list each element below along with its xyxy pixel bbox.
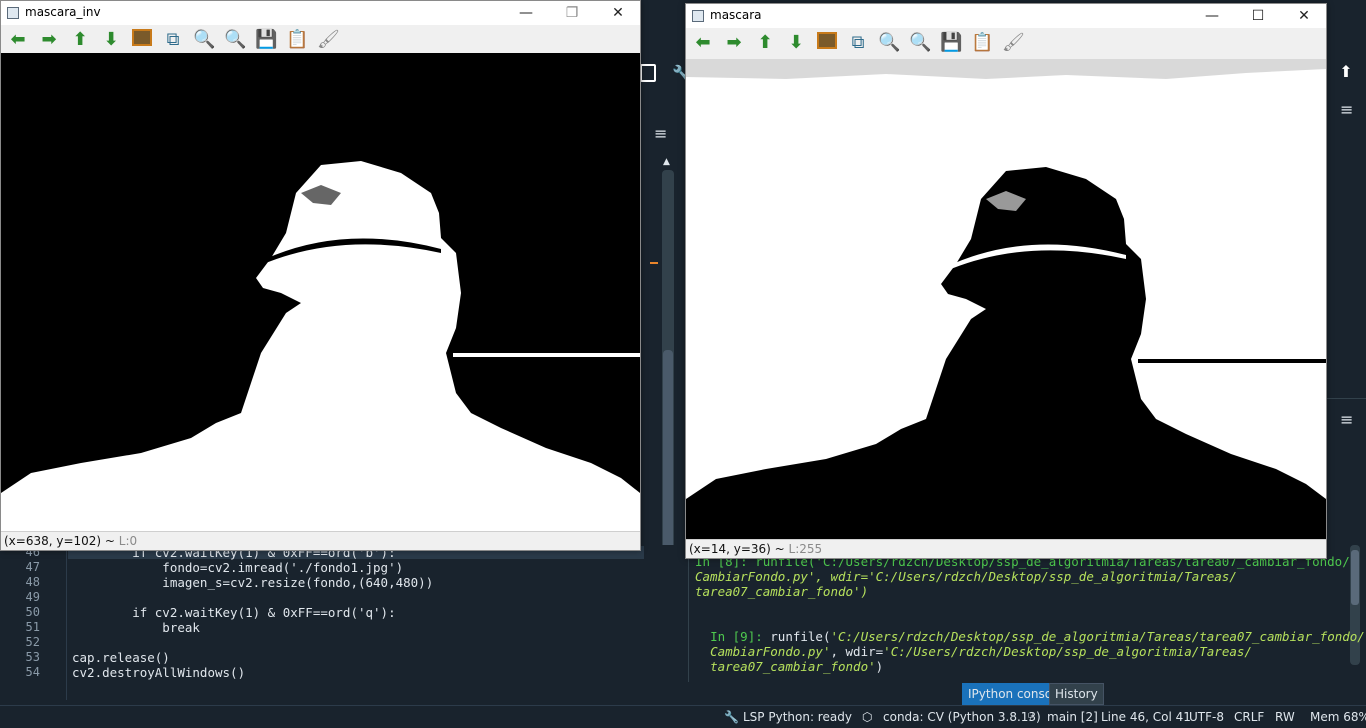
zoom-out-icon[interactable]: 🔍 bbox=[224, 29, 246, 51]
image-icon[interactable] bbox=[816, 32, 838, 54]
code-line[interactable]: cap.release() bbox=[72, 650, 170, 665]
console-path-9d: tarea07_cambiar_fondo' bbox=[710, 659, 876, 674]
titlebar[interactable]: mascara_inv — ❐ ✕ bbox=[1, 1, 640, 25]
line-number: 54 bbox=[25, 665, 40, 679]
arrow-right-icon[interactable]: ➡ bbox=[723, 32, 745, 54]
scroll-marker bbox=[650, 262, 658, 264]
line-number: 48 bbox=[25, 575, 40, 589]
properties-brush-icon[interactable]: 🖌 bbox=[1002, 32, 1025, 54]
window-title: mascara bbox=[710, 8, 762, 22]
arrow-up-icon[interactable]: ⬆ bbox=[69, 29, 91, 51]
console-options-icon[interactable]: ≡ bbox=[1340, 410, 1353, 429]
cursor-position: Line 46, Col 41 bbox=[1101, 710, 1191, 724]
arrow-down-icon[interactable]: ⬇ bbox=[100, 29, 122, 51]
window-mascara[interactable]: mascara — ☐ ✕ ⬅ ➡ ⬆ ⬇ ⧉ 🔍 🔍 💾 📋 🖌 (x=14,… bbox=[685, 3, 1327, 559]
window-icon bbox=[7, 7, 19, 19]
save-icon[interactable]: 💾 bbox=[255, 29, 277, 51]
tab-history[interactable]: History bbox=[1049, 683, 1104, 705]
image-toolbar: ⬅ ➡ ⬆ ⬇ ⧉ 🔍 🔍 💾 📋 🖌 bbox=[686, 28, 1326, 56]
zoom-in-icon[interactable]: 🔍 bbox=[193, 29, 215, 51]
editor-options-icon[interactable]: ≡ bbox=[654, 124, 667, 143]
maximize-icon[interactable]: ☐ bbox=[1235, 4, 1281, 28]
image-status-bar: (x=14, y=36) ~ L:255 bbox=[686, 539, 1326, 558]
console-path-9c: 'C:/Users/rdzch/Desktop/ssp_de_algoritmi… bbox=[883, 644, 1252, 659]
copy-clipboard-icon[interactable]: 📋 bbox=[286, 29, 308, 51]
line-number: 47 bbox=[25, 560, 40, 574]
conda-icon: ⬡ bbox=[862, 710, 873, 724]
save-icon[interactable]: 💾 bbox=[940, 32, 962, 54]
arrow-down-icon[interactable]: ⬇ bbox=[785, 32, 807, 54]
close-icon[interactable]: ✕ bbox=[595, 1, 641, 25]
pane-options-icon[interactable]: ≡ bbox=[1340, 100, 1353, 119]
line-endings: CRLF bbox=[1234, 710, 1265, 724]
code-line[interactable]: if cv2.waitKey(1) & 0xFF==ord('q'): bbox=[72, 605, 395, 620]
arrow-right-icon[interactable]: ➡ bbox=[38, 29, 60, 51]
window-icon bbox=[692, 10, 704, 22]
minimize-icon[interactable]: — bbox=[503, 1, 549, 25]
conda-status[interactable]: conda: CV (Python 3.8.13) bbox=[883, 710, 1041, 724]
memory-usage: Mem 68% bbox=[1310, 710, 1366, 724]
scroll-up-arrow-icon[interactable]: ▲ bbox=[663, 157, 670, 167]
code-line[interactable]: fondo=cv2.imread('./fondo1.jpg') bbox=[72, 560, 403, 575]
line-number: 52 bbox=[25, 635, 40, 649]
zoom-region-icon[interactable]: ⧉ bbox=[162, 29, 184, 51]
zoom-in-icon[interactable]: 🔍 bbox=[878, 32, 900, 54]
code-line[interactable]: imagen_s=cv2.resize(fondo,(640,480)) bbox=[72, 575, 433, 590]
line-number: 50 bbox=[25, 605, 40, 619]
line-number: 53 bbox=[25, 650, 40, 664]
lsp-status[interactable]: LSP Python: ready bbox=[743, 710, 852, 724]
code-line[interactable]: break bbox=[72, 620, 200, 635]
console-scroll-thumb[interactable] bbox=[1351, 550, 1359, 605]
image-status-bar: (x=638, y=102) ~ L:0 bbox=[1, 531, 640, 550]
mask-image bbox=[686, 59, 1326, 539]
image-icon[interactable] bbox=[131, 29, 153, 51]
pixel-coords: (x=638, y=102) ~ bbox=[4, 534, 119, 548]
status-bar: 🔧 LSP Python: ready ⬡ conda: CV (Python … bbox=[0, 705, 1366, 728]
file-permissions: RW bbox=[1275, 710, 1295, 724]
close-icon[interactable]: ✕ bbox=[1281, 4, 1327, 28]
arrow-left-icon[interactable]: ⬅ bbox=[7, 29, 29, 51]
upload-arrow-icon[interactable]: ⬆ bbox=[1334, 62, 1358, 84]
line-number: 49 bbox=[25, 590, 40, 604]
console-line-8c: tarea07_cambiar_fondo') bbox=[695, 584, 869, 599]
lsp-icon: 🔧 bbox=[724, 710, 739, 724]
properties-brush-icon[interactable]: 🖌 bbox=[317, 29, 340, 51]
spyder-toolbar-strip bbox=[640, 0, 686, 120]
line-number: 51 bbox=[25, 620, 40, 634]
mask-image-inverted bbox=[1, 53, 640, 531]
pixel-coords: (x=14, y=36) ~ bbox=[689, 542, 789, 556]
git-status[interactable]: main [2] bbox=[1047, 710, 1098, 724]
console-line-9c: tarea07_cambiar_fondo') bbox=[695, 644, 883, 674]
console-line-8b: CambiarFondo.py', wdir='C:/Users/rdzch/D… bbox=[695, 569, 1237, 584]
image-toolbar: ⬅ ➡ ⬆ ⬇ ⧉ 🔍 🔍 💾 📋 🖌 bbox=[1, 25, 640, 53]
window-title: mascara_inv bbox=[25, 5, 101, 19]
console-tabbar: IPython console History bbox=[688, 683, 1338, 705]
titlebar[interactable]: mascara — ☐ ✕ bbox=[686, 4, 1326, 28]
console-close-paren: ) bbox=[875, 659, 884, 674]
arrow-up-icon[interactable]: ⬆ bbox=[754, 32, 776, 54]
window-mascara-inv[interactable]: mascara_inv — ❐ ✕ ⬅ ➡ ⬆ ⬇ ⧉ 🔍 🔍 💾 📋 🖌 (x… bbox=[0, 0, 641, 551]
zoom-out-icon[interactable]: 🔍 bbox=[909, 32, 931, 54]
file-encoding: UTF-8 bbox=[1189, 710, 1224, 724]
minimize-icon[interactable]: — bbox=[1189, 4, 1235, 28]
arrow-left-icon[interactable]: ⬅ bbox=[692, 32, 714, 54]
zoom-region-icon[interactable]: ⧉ bbox=[847, 32, 869, 54]
code-line[interactable]: cv2.destroyAllWindows() bbox=[72, 665, 245, 680]
pixel-level: L:255 bbox=[788, 542, 823, 556]
pixel-level: L:0 bbox=[118, 534, 138, 548]
copy-clipboard-icon[interactable]: 📋 bbox=[971, 32, 993, 54]
spyder-icon-square[interactable] bbox=[640, 64, 656, 82]
restore-icon[interactable]: ❐ bbox=[549, 1, 595, 25]
pane-separator bbox=[1326, 398, 1366, 399]
git-branch-icon: ⑂ bbox=[1027, 710, 1035, 724]
